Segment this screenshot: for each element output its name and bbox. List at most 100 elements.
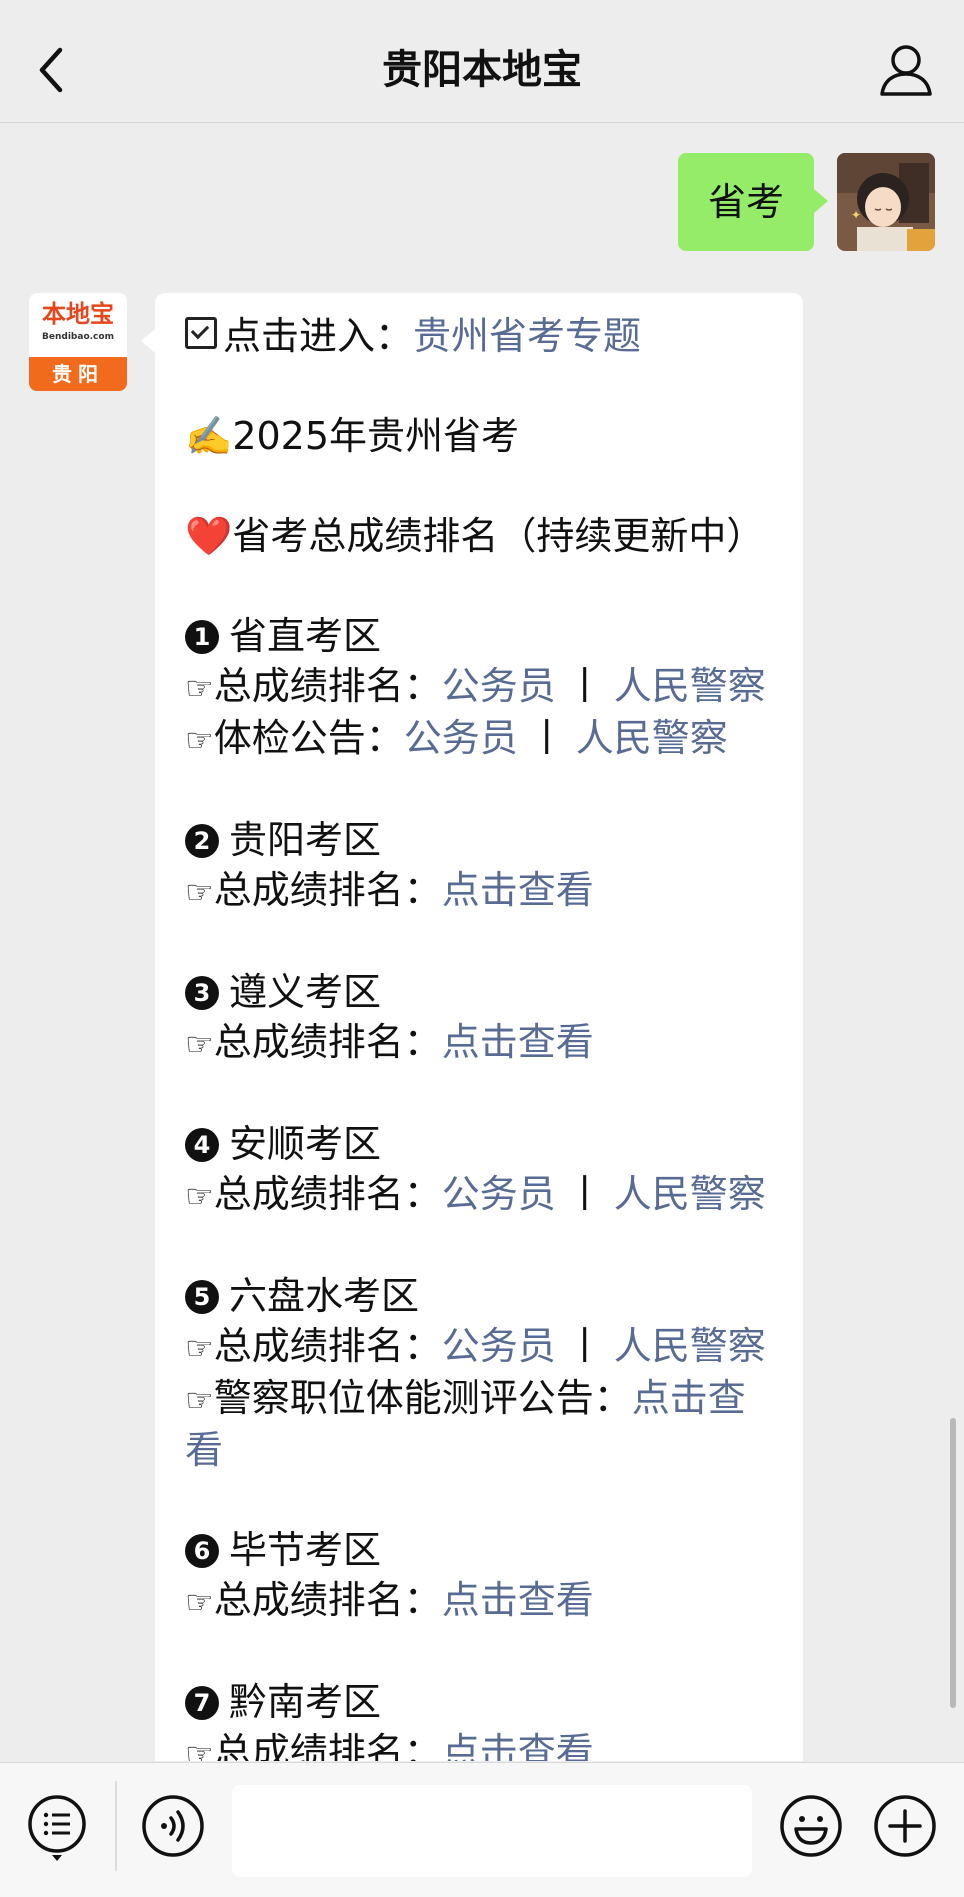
article-link[interactable]: 公务员 (442, 664, 556, 708)
row-label: 总成绩排名： (213, 1020, 442, 1064)
district-row: ☞总成绩排名：点击查看 (185, 1727, 783, 1761)
row-label: 警察职位体能测评公告： (213, 1376, 632, 1420)
article-link[interactable]: 点击查看 (442, 868, 594, 912)
article-link[interactable]: 公务员 (442, 1324, 556, 1368)
my-avatar[interactable]: ✦ (837, 153, 935, 251)
district-row: ☞总成绩排名：点击查看 (185, 865, 783, 917)
top-navigation-bar: 贵阳本地宝 (0, 0, 964, 123)
district-title: 遵义考区 (229, 970, 382, 1014)
district-row: ☞警察职位体能测评公告：点击查看 (185, 1373, 783, 1475)
message-input[interactable] (232, 1785, 752, 1877)
article-link[interactable]: 点击查看 (442, 1578, 594, 1622)
number-badge: 2 (185, 824, 219, 858)
pointing-hand-icon: ☞ (185, 1025, 214, 1063)
profile-button[interactable] (876, 40, 936, 100)
entry-line: 点击进入：贵州省考专题 (185, 311, 783, 361)
number-badge: 7 (185, 1686, 219, 1720)
district-heading: 7 黔南考区 (185, 1677, 783, 1727)
article-link[interactable]: 人民警察 (576, 716, 728, 760)
article-content: 点击进入：贵州省考专题 ✍️2025年贵州省考 ❤️省考总成绩排名（持续更新中）… (185, 311, 783, 1761)
district-heading: 6 毕节考区 (185, 1525, 783, 1575)
chat-input-bar (0, 1762, 964, 1897)
voice-button[interactable] (140, 1793, 206, 1859)
district-row: ☞体检公告：公务员丨人民警察 (185, 713, 783, 765)
district-heading: 3 遵义考区 (185, 967, 783, 1017)
entry-label: 点击进入： (223, 314, 414, 358)
district-title: 安顺考区 (229, 1122, 382, 1166)
voice-icon (142, 1795, 204, 1857)
checkbox-icon (185, 317, 217, 349)
chat-message-list[interactable]: 省考 ✦ 本地宝 Bendibao.com 贵阳 点击进入：贵州省考专题 ✍️2… (0, 123, 964, 1761)
row-label: 总成绩排名： (213, 664, 442, 708)
row-label: 总成绩排名： (213, 1730, 442, 1761)
link-separator: 丨 (565, 664, 604, 708)
district-row: ☞总成绩排名：点击查看 (185, 1017, 783, 1069)
pointing-hand-icon: ☞ (185, 1583, 214, 1621)
list-menu-icon (28, 1795, 86, 1861)
my-message-bubble[interactable]: 省考 (677, 153, 829, 251)
rank-title: 省考总成绩排名（持续更新中） (232, 514, 765, 558)
article-link[interactable]: 点击查看 (442, 1020, 594, 1064)
row-label: 体检公告： (213, 716, 404, 760)
heart-icon: ❤️ (185, 514, 233, 558)
district-title: 贵阳考区 (229, 818, 382, 862)
pointing-hand-icon: ☞ (185, 1177, 214, 1215)
row-label: 总成绩排名： (213, 1172, 442, 1216)
smiley-icon (780, 1795, 842, 1857)
article-link[interactable]: 人民警察 (614, 1172, 766, 1216)
number-badge: 5 (185, 1280, 219, 1314)
district-row: ☞总成绩排名：公务员丨人民警察 (185, 1321, 783, 1373)
user-icon (880, 45, 932, 96)
pointing-hand-icon: ☞ (185, 1735, 214, 1761)
year-line: ✍️2025年贵州省考 (185, 411, 783, 461)
official-account-avatar[interactable]: 本地宝 Bendibao.com 贵阳 (29, 293, 127, 391)
svg-text:✦: ✦ (851, 208, 861, 222)
topic-link[interactable]: 贵州省考专题 (413, 314, 641, 358)
pointing-hand-icon: ☞ (185, 1381, 214, 1419)
district-title: 毕节考区 (229, 1528, 382, 1572)
link-separator: 丨 (565, 1172, 604, 1216)
article-link[interactable]: 人民警察 (614, 664, 766, 708)
pointing-hand-icon: ☞ (185, 873, 214, 911)
number-badge: 1 (185, 620, 219, 654)
pointing-hand-icon: ☞ (185, 1329, 214, 1367)
rank-line: ❤️省考总成绩排名（持续更新中） (185, 511, 783, 561)
article-link[interactable]: 点击查看 (442, 1730, 594, 1761)
row-label: 总成绩排名： (213, 868, 442, 912)
emoji-button[interactable] (778, 1793, 844, 1859)
article-link[interactable]: 人民警察 (614, 1324, 766, 1368)
link-separator: 丨 (565, 1324, 604, 1368)
number-badge: 6 (185, 1534, 219, 1568)
district-heading: 1 省直考区 (185, 611, 783, 661)
article-link[interactable]: 公务员 (404, 716, 518, 760)
menu-button[interactable] (26, 1793, 88, 1863)
bendibao-logo: 本地宝 Bendibao.com (29, 293, 127, 357)
district-title: 省直考区 (229, 614, 382, 658)
number-badge: 3 (185, 976, 219, 1010)
logo-domain-text: Bendibao.com (42, 332, 114, 342)
plus-icon (874, 1795, 936, 1857)
pointing-hand-icon: ☞ (185, 721, 214, 759)
link-separator: 丨 (527, 716, 566, 760)
number-badge: 4 (185, 1128, 219, 1162)
bar-divider (115, 1781, 117, 1871)
row-label: 总成绩排名： (213, 1324, 442, 1368)
year-title: 2025年贵州省考 (232, 414, 520, 458)
district-heading: 4 安顺考区 (185, 1119, 783, 1169)
district-heading: 2 贵阳考区 (185, 815, 783, 865)
district-row: ☞总成绩排名：点击查看 (185, 1575, 783, 1627)
district-title: 黔南考区 (229, 1680, 382, 1724)
my-message-row: 省考 ✦ (0, 153, 964, 253)
scrollbar[interactable] (950, 1418, 956, 1708)
writing-hand-icon: ✍️ (185, 414, 233, 458)
pointing-hand-icon: ☞ (185, 669, 214, 707)
article-link[interactable]: 公务员 (442, 1172, 556, 1216)
district-row: ☞总成绩排名：公务员丨人民警察 (185, 1169, 783, 1221)
logo-brand-text: 本地宝 (42, 300, 114, 328)
district-row: ☞总成绩排名：公务员丨人民警察 (185, 661, 783, 713)
article-message-bubble[interactable]: 点击进入：贵州省考专题 ✍️2025年贵州省考 ❤️省考总成绩排名（持续更新中）… (141, 293, 803, 1761)
chat-title: 贵阳本地宝 (382, 47, 582, 93)
district-heading: 5 六盘水考区 (185, 1271, 783, 1321)
more-button[interactable] (872, 1793, 938, 1859)
row-label: 总成绩排名： (213, 1578, 442, 1622)
